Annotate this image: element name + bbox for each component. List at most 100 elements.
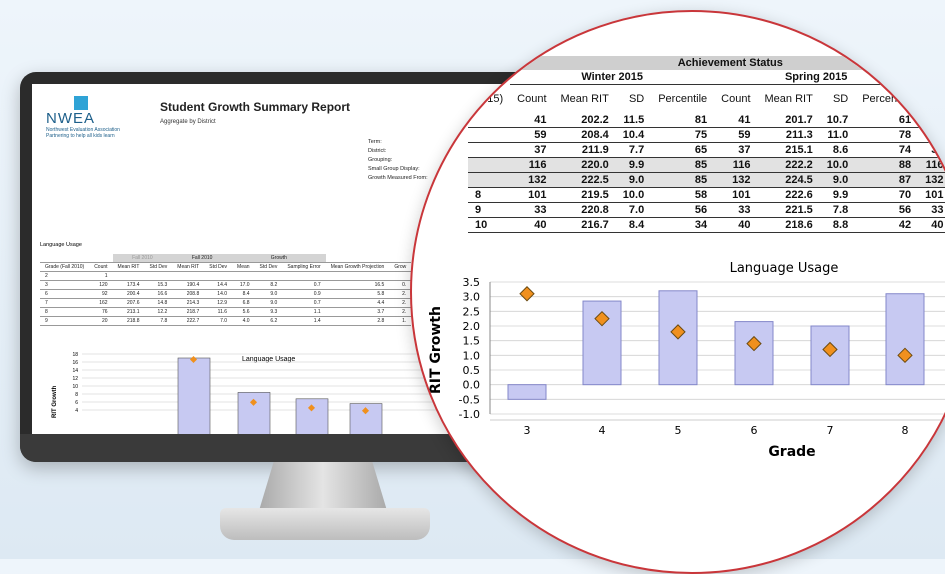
big-table-cell: 116 (714, 157, 758, 173)
small-table-cell: 2. (389, 298, 412, 308)
big-table-cell (468, 142, 511, 158)
small-table-cell (172, 271, 205, 281)
small-col-header: Count (89, 262, 113, 272)
big-table-cell: 211.3 (757, 127, 820, 143)
big-table-cell: 10.4 (615, 127, 652, 143)
small-table-cell: 14.8 (144, 298, 173, 308)
group-header-growth: Growth (232, 254, 326, 263)
big-table-cell: 11.0 (819, 127, 856, 143)
small-bar (177, 357, 211, 434)
language-usage-chart: Language Usage RIT Growth 3.5 3.02.5 2.0 1.51… (428, 261, 945, 460)
small-table-row: 6 92 200.4 16.6 208.8 14.0 8.4 9.0 0.9 5.8 2. (40, 289, 412, 299)
chart-y-tick: 0.0 (463, 379, 481, 392)
big-table-cell: 215.1 (757, 142, 820, 158)
small-col-header: Grow (389, 262, 412, 272)
chart-x-tick: 3 (524, 424, 531, 437)
small-table-cell: 11.6 (204, 307, 233, 317)
small-table-cell: 2.8 (325, 316, 390, 326)
small-tick-label: 18 (72, 352, 78, 358)
big-table-cell: 59 (714, 127, 758, 143)
small-col-header: Grade (Fall 2010) (40, 262, 90, 272)
big-table-cell: 41 (510, 113, 554, 128)
big-table-cell: 208.4 (553, 127, 616, 143)
chart-x-tick: 7 (827, 424, 834, 437)
small-table-cell (232, 271, 255, 281)
big-table-cell: 219.5 (553, 187, 616, 203)
chart-y-tick: 1.5 (463, 335, 481, 348)
small-table-cell: 14.4 (204, 280, 233, 290)
big-table-cell: 9.0 (819, 172, 856, 188)
chart-x-tick: 5 (675, 424, 682, 437)
big-table-cell: 220.0 (553, 157, 616, 173)
small-table-cell (325, 271, 390, 281)
small-table-row: 21 (40, 271, 412, 281)
small-table-cell: 4.0 (232, 316, 255, 326)
logo-text: NWEA (46, 110, 95, 127)
small-table-cell (144, 271, 173, 281)
big-table-cell: 70 (855, 187, 919, 203)
small-col-header: Sampling Error (282, 262, 326, 272)
logo-mark (74, 96, 88, 110)
big-table-row: 59 208.4 10.4 75 59 211.3 11.0 78 59 (468, 127, 945, 143)
big-table-cell: 222.5 (553, 172, 616, 188)
chart-y-tick: 3.5 (463, 276, 481, 289)
big-table-cell: 10.7 (819, 113, 856, 128)
big-table-row: 37 211.9 7.7 65 37 215.1 8.6 74 37 (468, 142, 945, 158)
big-table-row: 132 222.5 9.0 85 132 224.5 9.0 87 132 (468, 172, 945, 188)
big-table-cell: 220.8 (553, 202, 616, 218)
big-table-cell: 37 (714, 142, 758, 158)
big-table-cell: 9.0 (615, 172, 652, 188)
big-table-cell (468, 172, 511, 188)
achievement-header: Achievement Status (510, 56, 945, 70)
report-meta: Term: District: Grouping: Small Group Di… (368, 138, 428, 183)
big-col-header: Percentile (862, 93, 912, 105)
chart-y-tick: 2.5 (463, 305, 481, 318)
small-table-cell: 213.1 (112, 307, 145, 317)
small-tick-label: 16 (72, 360, 78, 366)
small-table-cell: 3.7 (325, 307, 390, 317)
big-table-cell: 65 (651, 142, 715, 158)
small-table-cell: 16.6 (144, 289, 173, 299)
big-table-cell: 132 (714, 172, 758, 188)
big-table-cell: 59 (510, 127, 554, 143)
big-table-cell: 221.5 (757, 202, 820, 218)
chart-x-tick: 8 (902, 424, 909, 437)
big-table-cell: 40 (510, 217, 554, 233)
group-header-fall-2: Fall 2010 (172, 254, 233, 263)
chart-y-tick: 0.5 (463, 364, 481, 377)
big-table-cell: 9.9 (819, 187, 856, 203)
big-table-cell: 222.2 (757, 157, 820, 173)
big-col-header: Mean RIT (560, 93, 609, 105)
small-table-cell: 14.0 (204, 289, 233, 299)
big-table-cell: 59 (918, 127, 945, 143)
small-col-header: Std Dev (204, 262, 233, 272)
big-table-cell: 10 (468, 217, 511, 233)
big-table-cell: 101 (714, 187, 758, 203)
small-tick-label: 6 (75, 400, 78, 406)
small-table-cell: 5.8 (325, 289, 390, 299)
big-table-cell: 8.8 (819, 217, 856, 233)
small-table-cell: 162 (89, 298, 113, 308)
big-col-header: SD (628, 93, 645, 105)
small-table-cell (389, 271, 412, 281)
small-table-cell: 16.5 (325, 280, 390, 290)
big-table-cell (468, 127, 511, 143)
big-table-cell: 87 (855, 172, 919, 188)
monitor-base (220, 508, 430, 540)
big-col-header: C (935, 92, 944, 105)
season-winter: Winter 2015 (510, 70, 715, 85)
small-table-cell: 9 (40, 316, 90, 326)
big-table-row: 41 202.2 11.5 81 41 201.7 10.7 61 4 (468, 113, 945, 128)
meta-growth-from: Growth Measured From: (368, 175, 428, 181)
big-table-cell: 42 (855, 217, 919, 233)
meta-term: Term: (368, 139, 382, 145)
small-table-row: 3 120 173.4 15.3 190.4 14.4 17.0 8.2 0.7 16.5 0. (40, 280, 412, 290)
small-table-cell: 6 (40, 289, 90, 299)
small-table-cell: 4.4 (325, 298, 390, 308)
big-table-cell: 8.4 (615, 217, 652, 233)
big-table-cell: 37 (918, 142, 945, 158)
small-col-header: Mean RIT (112, 262, 145, 272)
meta-grouping: Grouping: (368, 157, 393, 163)
small-table-cell: 173.4 (112, 280, 145, 290)
small-y-label: RIT Growth (52, 385, 58, 418)
